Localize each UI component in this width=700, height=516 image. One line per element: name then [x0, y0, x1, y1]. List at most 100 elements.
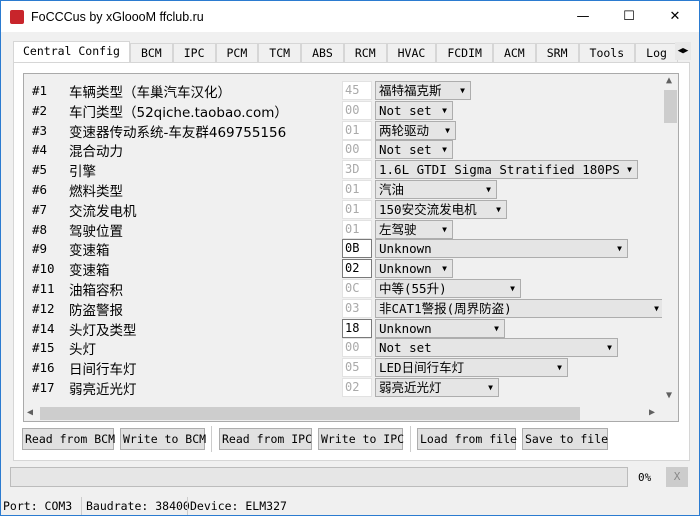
row-number: #6: [32, 182, 48, 197]
hex-value-field[interactable]: 0B: [342, 239, 372, 259]
hex-value-field[interactable]: 03: [342, 298, 372, 318]
row-number: #9: [32, 241, 48, 257]
value-dropdown[interactable]: 150安交流发电机 ▼: [375, 199, 507, 219]
hex-value-field[interactable]: 02: [342, 378, 372, 397]
tab-hvac[interactable]: HVAC: [386, 43, 437, 63]
title-bar: FoCCCus by xGloooM ffclub.ru — ☐ ✕: [1, 1, 699, 32]
value-dropdown[interactable]: Unknown ▼: [375, 318, 505, 338]
table-row: #9 变速箱 0B Unknown ▼: [24, 239, 664, 260]
chevron-down-icon: ▼: [607, 343, 612, 353]
row-label: 弱亮近光灯: [69, 382, 137, 398]
tab-fcdim[interactable]: FCDIM: [436, 43, 493, 63]
tab-central-config[interactable]: Central Config: [13, 41, 130, 64]
tab-ipc[interactable]: IPC: [172, 43, 216, 63]
row-label: 交流发电机: [69, 203, 137, 220]
tab-abs[interactable]: ABS: [301, 43, 344, 63]
dropdown-value: Not set: [379, 102, 432, 118]
table-row: #17 弱亮近光灯 02 弱亮近光灯 ▼: [24, 378, 664, 398]
tab-acm[interactable]: ACM: [492, 43, 536, 63]
value-dropdown[interactable]: 中等(55升) ▼: [375, 279, 521, 298]
hex-value-field[interactable]: 18: [342, 318, 372, 338]
table-row: #5 引擎 3D 1.6L GTDI Sigma Stratified 180P…: [24, 160, 664, 181]
table-row: #4 混合动力 00 Not set ▼: [24, 140, 664, 160]
save-to-file-button[interactable]: Save to file: [522, 428, 608, 450]
write-to-ipc-button[interactable]: Write to IPC: [318, 428, 404, 450]
scroll-left-icon[interactable]: ◀: [27, 407, 33, 418]
app-icon: [10, 9, 24, 24]
vertical-scrollbar[interactable]: ▲ ▼: [662, 74, 678, 405]
config-list: #1 车辆类型（车巢汽车汉化） 45 福特福克斯 ▼ #2 车门类型（52qiche…: [23, 73, 679, 422]
tab-scroll-arrows[interactable]: ◀▶: [675, 42, 691, 60]
hex-value-field[interactable]: 0C: [342, 279, 372, 298]
row-label: 头灯: [69, 342, 96, 359]
value-dropdown[interactable]: 弱亮近光灯 ▼: [375, 378, 499, 397]
row-label: 变速箱: [69, 243, 110, 260]
dropdown-value: 两轮驱动: [379, 122, 430, 138]
chevron-down-icon: ▼: [496, 204, 501, 214]
cancel-button[interactable]: X: [666, 467, 688, 487]
hex-value-field[interactable]: 01: [342, 199, 372, 219]
hex-value-field[interactable]: 45: [342, 81, 372, 100]
close-button[interactable]: ✕: [652, 1, 698, 32]
table-row: #2 车门类型（52qiche.taobao.com） 00 Not set ▼: [24, 100, 664, 121]
horizontal-scrollbar[interactable]: ◀ ▶: [24, 405, 678, 421]
hex-value-field[interactable]: 00: [342, 100, 372, 120]
minimize-button[interactable]: —: [560, 1, 606, 32]
value-dropdown[interactable]: Not set ▼: [375, 100, 453, 120]
row-number: #14: [32, 320, 55, 336]
tab-pcm[interactable]: PCM: [215, 43, 259, 63]
tab-log[interactable]: Log: [635, 43, 678, 63]
row-label: 引擎: [69, 164, 96, 181]
hex-value-field[interactable]: 01: [342, 219, 372, 239]
hex-value-field[interactable]: 00: [342, 338, 372, 358]
divider: [410, 426, 411, 452]
tab-tcm[interactable]: TCM: [258, 43, 302, 63]
row-label: 变速箱: [69, 263, 110, 280]
value-dropdown[interactable]: 1.6L GTDI Sigma Stratified 180PS ▼: [375, 160, 638, 180]
read-from-bcm-button[interactable]: Read from BCM: [22, 428, 115, 450]
value-dropdown[interactable]: LED日间行车灯 ▼: [375, 358, 568, 378]
chevron-down-icon: ▼: [442, 224, 447, 234]
hex-value-field[interactable]: 3D: [342, 160, 372, 180]
write-to-bcm-button[interactable]: Write to BCM: [120, 428, 206, 450]
tab-tools[interactable]: Tools: [578, 43, 636, 63]
dropdown-value: LED日间行车灯: [379, 360, 465, 376]
hex-value-field[interactable]: 02: [342, 259, 372, 279]
scroll-right-icon[interactable]: ▶: [649, 407, 655, 418]
horizontal-scroll-thumb[interactable]: [40, 407, 580, 420]
row-number: #12: [32, 300, 55, 316]
dropdown-value: 中等(55升): [379, 281, 447, 296]
row-label: 油箱容积: [69, 283, 123, 299]
scroll-up-icon[interactable]: ▲: [666, 75, 672, 86]
hex-value-field[interactable]: 01: [342, 180, 372, 199]
chevron-down-icon: ▼: [442, 105, 447, 115]
load-from-file-button[interactable]: Load from file: [417, 428, 517, 450]
status-port: Port: COM3: [3, 499, 73, 513]
vertical-scroll-thumb[interactable]: [664, 90, 677, 123]
value-dropdown[interactable]: 左驾驶 ▼: [375, 219, 453, 239]
scroll-down-icon[interactable]: ▼: [666, 390, 672, 401]
value-dropdown[interactable]: Not set ▼: [375, 338, 618, 358]
value-dropdown[interactable]: Unknown ▼: [375, 259, 453, 279]
hex-value-field[interactable]: 01: [342, 120, 372, 140]
dropdown-value: 弱亮近光灯: [379, 380, 442, 395]
table-row: #10 变速箱 02 Unknown ▼: [24, 259, 664, 280]
row-label: 燃料类型: [69, 184, 123, 200]
read-from-ipc-button[interactable]: Read from IPC: [219, 428, 312, 450]
tab-srm[interactable]: SRM: [535, 43, 579, 63]
value-dropdown[interactable]: Unknown ▼: [375, 239, 628, 259]
row-label: 变速器传动系统-车友群469755156: [69, 124, 287, 141]
value-dropdown[interactable]: Not set ▼: [375, 140, 453, 160]
tab-rcm[interactable]: RCM: [343, 43, 387, 63]
row-number: #2: [32, 102, 48, 118]
table-row: #7 交流发电机 01 150安交流发电机 ▼: [24, 199, 664, 220]
value-dropdown[interactable]: 汽油 ▼: [375, 180, 497, 199]
hex-value-field[interactable]: 05: [342, 358, 372, 378]
maximize-button[interactable]: ☐: [606, 1, 652, 32]
dropdown-value: 150安交流发电机: [379, 201, 477, 217]
value-dropdown[interactable]: 两轮驱动 ▼: [375, 120, 456, 140]
hex-value-field[interactable]: 00: [342, 140, 372, 160]
tab-bcm[interactable]: BCM: [129, 43, 173, 63]
value-dropdown[interactable]: 福特福克斯 ▼: [375, 81, 471, 100]
value-dropdown[interactable]: 非CAT1警报(周界防盗) ▼: [375, 298, 665, 318]
